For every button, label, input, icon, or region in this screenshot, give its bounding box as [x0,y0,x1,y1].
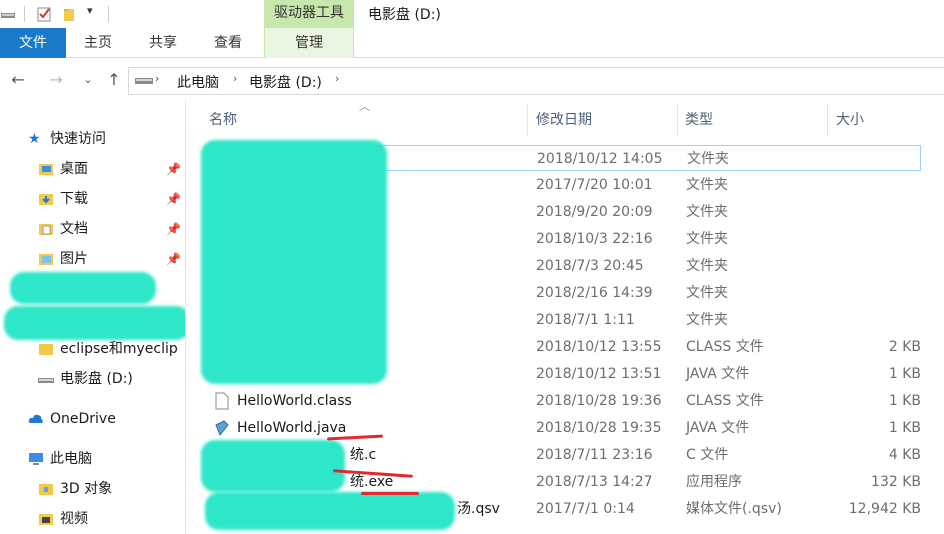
properties-icon[interactable] [36,6,52,22]
sidebar-item-desktop[interactable]: 桌面 📌 [38,156,185,182]
up-arrow-icon[interactable]: ↑ [104,70,124,90]
3d-objects-icon [39,484,53,495]
column-header-date[interactable]: 修改日期 [536,108,592,132]
separator [24,6,25,22]
table-row[interactable]: HelloWorld.java 2018/10/28 19:35 JAVA 文件… [205,415,921,441]
qat-dropdown-icon[interactable]: ▾ [87,4,93,17]
sidebar-item-documents[interactable]: 文档 📌 [38,216,185,242]
star-icon: ★ [28,131,41,147]
column-divider[interactable] [827,104,828,136]
sidebar-item-downloads[interactable]: 下载 📌 [38,186,185,212]
column-divider[interactable] [677,104,678,136]
breadcrumb-chevron-icon[interactable]: › [155,72,159,85]
tab-home[interactable]: 主页 [72,28,124,58]
java-file-icon [215,420,229,436]
documents-folder-icon [39,224,53,235]
tab-view[interactable]: 查看 [202,28,254,58]
videos-folder-icon [39,514,53,525]
pictures-folder-icon [39,254,53,265]
window-title: 电影盘 (D:) [368,7,441,23]
pin-icon[interactable]: 📌 [166,246,181,272]
column-header-size[interactable]: 大小 [836,108,864,132]
tab-share[interactable]: 共享 [137,28,189,58]
separator [108,6,109,22]
column-divider[interactable] [527,104,528,136]
breadcrumb-drive[interactable]: 电影盘 (D:) [249,72,322,92]
drive-icon [135,78,153,84]
ribbon-tabs: 文件 主页 共享 查看 管理 [0,28,944,58]
back-arrow-icon[interactable]: ← [8,70,28,90]
redaction-scribble [201,440,345,492]
pin-icon[interactable]: 📌 [166,156,181,182]
download-folder-icon [39,194,53,205]
file-icon [215,392,229,410]
folder-icon [39,344,53,355]
sort-ascending-icon[interactable]: ︿ [359,100,370,114]
cloud-icon [28,414,43,423]
drive-icon[interactable] [0,6,16,22]
tab-file[interactable]: 文件 [0,28,66,58]
breadcrumb-chevron-icon[interactable]: › [335,72,339,85]
breadcrumb-chevron-icon[interactable]: › [233,72,237,85]
address-bar[interactable]: › 此电脑 › 电影盘 (D:) › [128,67,944,95]
column-header-type[interactable]: 类型 [685,108,713,132]
drive-tools-context-tab: 驱动器工具 [264,0,354,28]
computer-icon [29,453,43,465]
tab-manage[interactable]: 管理 [264,28,354,58]
redaction-scribble [10,272,156,304]
table-row[interactable]: HelloWorld.class 2018/10/28 19:36 CLASS … [205,388,921,414]
forward-arrow-icon[interactable]: → [46,70,66,90]
pin-icon[interactable]: 📌 [166,186,181,212]
new-folder-icon[interactable] [62,6,78,22]
title-bar: ▾ 驱动器工具 电影盘 (D:) [0,0,944,28]
breadcrumb-this-pc[interactable]: 此电脑 [177,72,219,92]
navigation-bar: ← → ⌄ ↑ › 此电脑 › 电影盘 (D:) › [0,64,944,98]
redaction-scribble [205,492,455,530]
recent-locations-chevron-icon[interactable]: ⌄ [78,70,98,90]
redaction-scribble [4,306,185,340]
navigation-pane: ★ 快速访问 桌面 📌 下载 📌 文档 📌 图片 📌 eclipse和myecl… [0,100,186,534]
pin-icon[interactable]: 📌 [166,216,181,242]
desktop-folder-icon [39,164,53,175]
drive-icon [38,378,54,383]
column-header-name[interactable]: 名称 [209,108,237,132]
redaction-scribble [201,140,387,384]
annotation-underline [361,492,419,495]
file-list: ︿ 名称 修改日期 类型 大小 2018/10/12 14:05 文件夹 201… [187,100,944,534]
sidebar-item-pictures[interactable]: 图片 📌 [38,246,185,272]
